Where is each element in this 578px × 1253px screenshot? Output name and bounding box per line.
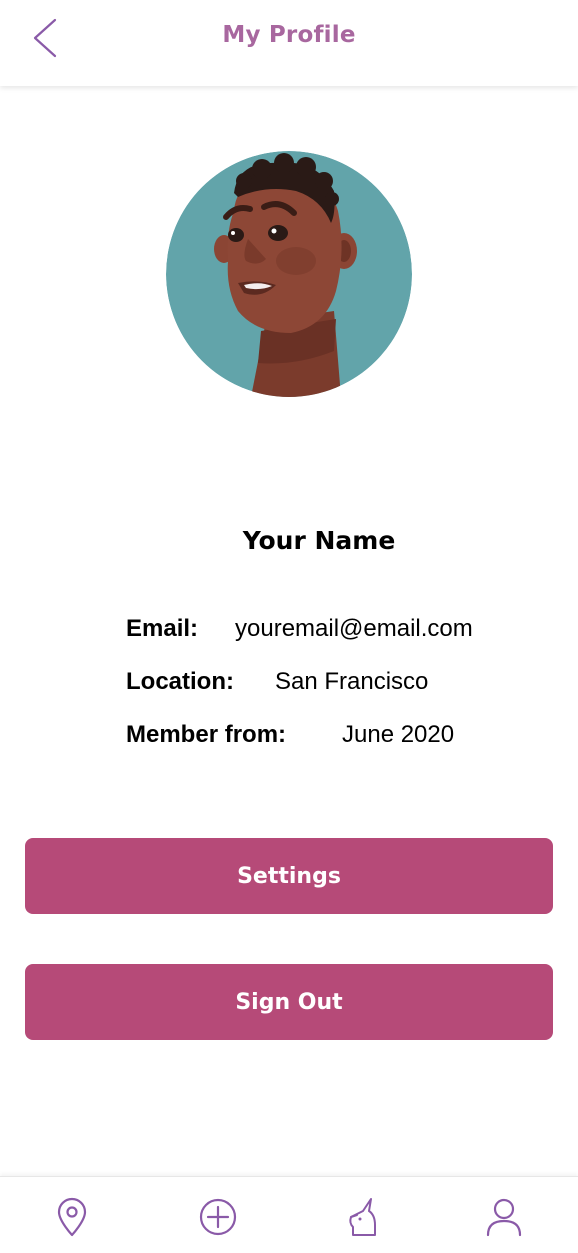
bottom-nav-bar (0, 1176, 578, 1253)
user-name: Your Name (242, 526, 396, 555)
settings-button-label: Settings (237, 863, 341, 889)
nav-unicorn-button[interactable] (339, 1195, 383, 1239)
member-from-label: Member from: (126, 721, 287, 748)
member-from-value: June 2020 (342, 721, 455, 748)
user-avatar-illustration (166, 151, 412, 397)
nav-add-button[interactable] (196, 1195, 240, 1239)
email-label: Email: (126, 615, 199, 642)
avatar (166, 151, 412, 397)
nav-profile-button[interactable] (482, 1195, 526, 1239)
location-value: San Francisco (275, 668, 429, 695)
location-pin-icon (57, 1197, 87, 1237)
top-app-bar: My Profile (0, 0, 578, 86)
add-circle-icon (199, 1198, 237, 1236)
location-label: Location: (126, 668, 234, 695)
email-value: youremail@email.com (235, 615, 473, 642)
page-title: My Profile (222, 22, 356, 48)
unicorn-icon (349, 1198, 376, 1236)
settings-button[interactable]: Settings (25, 838, 553, 914)
sign-out-button[interactable]: Sign Out (25, 964, 553, 1040)
user-profile-icon (486, 1198, 522, 1237)
nav-map-button[interactable] (50, 1195, 94, 1239)
sign-out-button-label: Sign Out (235, 989, 343, 1015)
